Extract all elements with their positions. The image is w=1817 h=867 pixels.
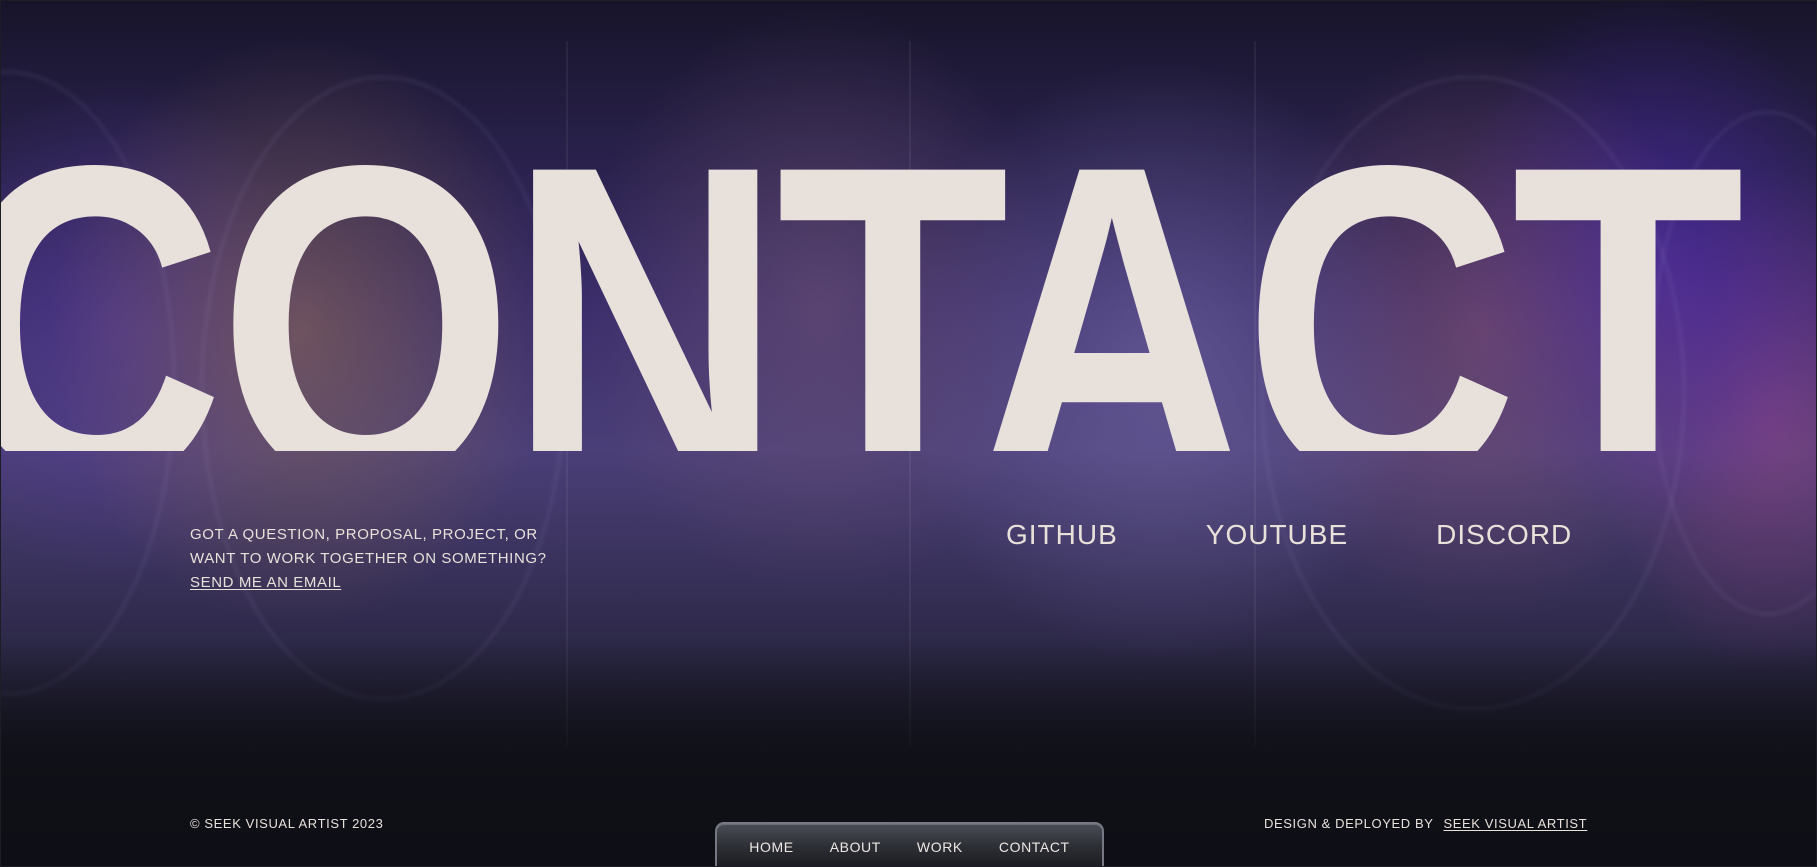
hero-heading-container: CONTACT xyxy=(1,101,1816,451)
youtube-link[interactable]: YOUTUBE xyxy=(1206,519,1348,551)
nav-contact[interactable]: CONTACT xyxy=(999,839,1070,855)
copyright-text: © SEEK VISUAL ARTIST 2023 xyxy=(190,816,384,831)
nav-work[interactable]: WORK xyxy=(917,839,963,855)
social-links: GITHUB YOUTUBE DISCORD xyxy=(1006,519,1572,551)
contact-intro-line-2: WANT TO WORK TOGETHER ON SOMETHING? xyxy=(190,550,547,567)
send-email-link[interactable]: SEND ME AN EMAIL xyxy=(190,571,341,595)
discord-link[interactable]: DISCORD xyxy=(1436,519,1572,551)
hero-title: CONTACT xyxy=(1,101,1745,451)
credit-link[interactable]: SEEK VISUAL ARTIST xyxy=(1443,816,1587,831)
credit-prefix: DESIGN & DEPLOYED BY xyxy=(1264,816,1434,831)
github-link[interactable]: GITHUB xyxy=(1006,519,1118,551)
credit: DESIGN & DEPLOYED BY SEEK VISUAL ARTIST xyxy=(1264,816,1587,831)
contact-intro: GOT A QUESTION, PROPOSAL, PROJECT, OR WA… xyxy=(190,523,660,595)
contact-intro-line-1: GOT A QUESTION, PROPOSAL, PROJECT, OR xyxy=(190,526,538,543)
contact-page: CONTACT GOT A QUESTION, PROPOSAL, PROJEC… xyxy=(0,0,1817,867)
nav-about[interactable]: ABOUT xyxy=(830,839,881,855)
bottom-navigation: HOME ABOUT WORK CONTACT xyxy=(715,822,1104,866)
nav-home[interactable]: HOME xyxy=(749,839,793,855)
